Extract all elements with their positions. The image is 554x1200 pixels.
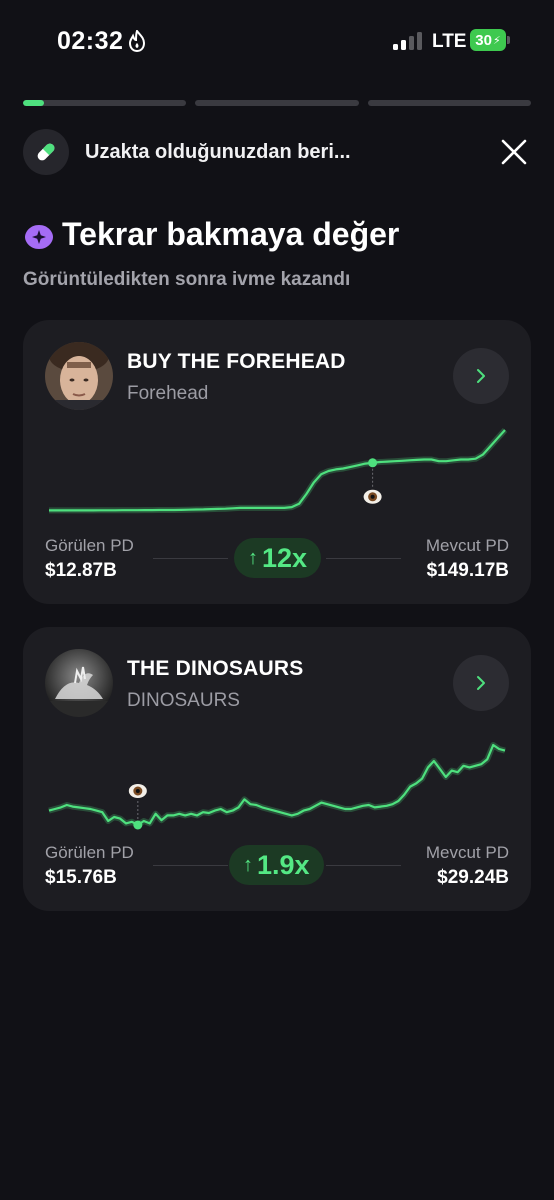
progress-segment: [367, 100, 531, 106]
close-button[interactable]: [497, 135, 531, 169]
token-name: THE DINOSAURS: [127, 657, 304, 680]
multiplier-badge: ↑ 12x: [234, 538, 322, 578]
network-label: LTE: [432, 31, 467, 52]
progress-segment: [23, 100, 187, 106]
flame-icon: [128, 30, 146, 52]
open-token-button[interactable]: [453, 348, 509, 404]
signal-icon: [393, 32, 422, 50]
header: Uzakta olduğunuzdan beri...: [23, 129, 531, 175]
seen-eye-icon: [128, 784, 147, 798]
avatar: [45, 342, 113, 410]
multiplier-value: 12x: [262, 542, 308, 573]
seen-mcap-label: Görülen PD: [45, 536, 134, 555]
current-mcap-label: Mevcut PD: [425, 843, 509, 862]
progress-segment: [195, 100, 359, 106]
token-name: BUY THE FOREHEAD: [127, 350, 346, 373]
price-chart: [48, 742, 506, 830]
open-token-button[interactable]: [453, 655, 509, 711]
token-card[interactable]: THE DINOSAURS DINOSAURS Görülen PD $15.7…: [23, 627, 531, 911]
story-progress: [23, 100, 531, 106]
header-title: Uzakta olduğunuzdan beri...: [85, 141, 351, 163]
battery-level: 30: [475, 31, 492, 49]
status-time: 02:32: [57, 27, 124, 55]
avatar: [45, 649, 113, 717]
price-chart: [49, 427, 508, 514]
token-symbol: DINOSAURS: [127, 690, 240, 711]
seen-mcap-value: $15.76B: [45, 867, 117, 888]
seen-point: [133, 820, 143, 830]
arrow-up-icon: ↑: [243, 853, 253, 876]
multiplier-value: 1.9x: [257, 849, 310, 880]
section-title: Tekrar bakmaya değer: [62, 216, 400, 252]
chevron-right-icon: [477, 369, 485, 383]
token-symbol: Forehead: [127, 383, 209, 404]
price-line-glow: [48, 742, 506, 828]
battery-indicator: 30 ⚡: [470, 29, 510, 51]
seen-point: [368, 458, 378, 468]
price-line-glow: [49, 427, 508, 514]
eye-icon: [25, 225, 53, 249]
price-line: [49, 429, 506, 512]
current-mcap-value: $29.24B: [437, 867, 509, 888]
arrow-up-icon: ↑: [248, 546, 258, 569]
multiplier-badge: ↑ 1.9x: [229, 845, 324, 885]
pill-icon: [23, 129, 69, 175]
current-mcap-value: $149.17B: [426, 560, 509, 581]
section-subtitle: Görüntüledikten sonra ivme kazandı: [23, 269, 351, 290]
close-icon: [501, 139, 527, 165]
status-bar: 02:32 LTE 30 ⚡: [0, 0, 554, 84]
seen-eye-icon: [363, 489, 382, 504]
seen-mcap-label: Görülen PD: [45, 843, 134, 862]
current-mcap-label: Mevcut PD: [425, 536, 509, 555]
seen-mcap-value: $12.87B: [45, 560, 117, 581]
token-card[interactable]: BUY THE FOREHEAD Forehead Görülen PD $12…: [23, 320, 531, 604]
chevron-right-icon: [477, 676, 485, 690]
